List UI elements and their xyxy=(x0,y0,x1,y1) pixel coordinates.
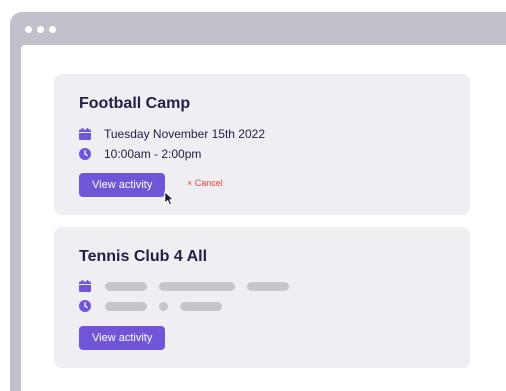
activity-time: 10:00am - 2:00pm xyxy=(104,147,202,161)
activity-date-row: Tuesday November 15th 2022 xyxy=(79,127,265,141)
skeleton-placeholder xyxy=(180,301,222,311)
skeleton-placeholder xyxy=(159,301,168,311)
view-activity-button[interactable]: View activity xyxy=(79,326,166,350)
window-dot[interactable] xyxy=(49,26,56,33)
activity-date: Tuesday November 15th 2022 xyxy=(104,127,265,141)
skeleton-placeholder xyxy=(105,281,147,291)
window-content: Football Camp Tuesday November 15th 2022 xyxy=(21,45,506,391)
skeleton-placeholder xyxy=(159,281,235,291)
skeleton-placeholder xyxy=(105,301,147,311)
window-titlebar xyxy=(10,12,506,45)
window-dot[interactable] xyxy=(37,26,44,33)
cancel-link[interactable]: × Cancel xyxy=(187,178,223,188)
app-window: Football Camp Tuesday November 15th 2022 xyxy=(10,12,506,391)
window-dot[interactable] xyxy=(25,26,32,33)
clock-icon xyxy=(79,148,91,160)
activity-time-row: 10:00am - 2:00pm xyxy=(79,147,201,161)
activity-date-row-skeleton xyxy=(79,279,289,293)
activity-card: Tennis Club 4 All View activity xyxy=(54,227,470,368)
activity-title: Tennis Club 4 All xyxy=(79,248,208,265)
activity-card: Football Camp Tuesday November 15th 2022 xyxy=(54,74,470,215)
activity-title: Football Camp xyxy=(79,95,191,112)
activity-time-row-skeleton xyxy=(79,299,222,313)
calendar-icon xyxy=(79,128,91,140)
calendar-icon xyxy=(79,280,91,292)
pointer-cursor-icon xyxy=(164,191,175,206)
page: Football Camp Tuesday November 15th 2022 xyxy=(0,0,506,391)
clock-icon xyxy=(79,300,91,312)
skeleton-placeholder xyxy=(247,281,289,291)
view-activity-button[interactable]: View activity xyxy=(79,173,166,197)
